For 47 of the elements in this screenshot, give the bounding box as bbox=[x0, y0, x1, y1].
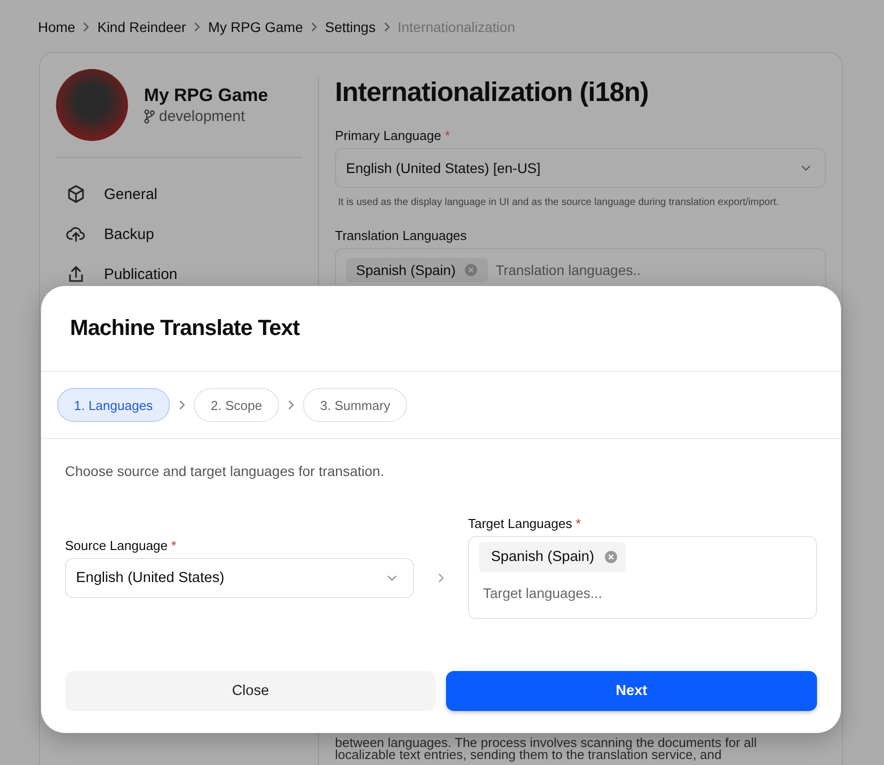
description-text: between languages. The process involves scanning the documents for all localizable text entries, sending them to the translation service, and bbox=[335, 737, 758, 761]
field-label: Source Language bbox=[65, 538, 168, 553]
breadcrumb-link[interactable]: Home bbox=[38, 19, 76, 35]
language-tag: Spanish (Spain) bbox=[346, 258, 488, 282]
placeholder-text: Translation languages.. bbox=[496, 262, 641, 278]
remove-icon[interactable] bbox=[464, 263, 478, 277]
chevron-right-icon bbox=[310, 22, 318, 32]
chevron-right-icon bbox=[178, 400, 186, 410]
page-title: Internationalization (i18n) bbox=[335, 77, 650, 108]
remove-icon[interactable] bbox=[604, 550, 618, 564]
field-label: Primary Language bbox=[335, 128, 442, 143]
chevron-right-icon bbox=[82, 22, 90, 32]
nav-item[interactable]: Backup bbox=[56, 214, 302, 254]
breadcrumb-link[interactable]: Kind Reindeer bbox=[97, 19, 186, 35]
breadcrumb-link[interactable]: Settings bbox=[325, 19, 376, 35]
language-tag: Spanish (Spain) bbox=[479, 542, 626, 572]
branch-name: development bbox=[159, 108, 245, 125]
chevron-right-icon bbox=[437, 573, 445, 583]
field-hint: It is used as the display language in UI and as the source language during translation export/import. bbox=[338, 197, 780, 208]
field-label: Target Languages bbox=[468, 516, 572, 531]
chevron-right-icon bbox=[193, 22, 202, 32]
nav-item[interactable]: General bbox=[56, 174, 302, 214]
share-icon bbox=[66, 264, 86, 284]
cloud-upload-icon bbox=[66, 224, 86, 244]
placeholder-text: Target languages... bbox=[483, 585, 604, 601]
required-mark: * bbox=[171, 538, 176, 553]
close-button[interactable]: Close bbox=[65, 671, 436, 711]
dialog-title: Machine Translate Text bbox=[41, 286, 841, 372]
next-button[interactable]: Next bbox=[446, 671, 817, 711]
required-mark: * bbox=[444, 128, 450, 143]
instruction-text: Choose source and target languages for transation. bbox=[65, 463, 386, 479]
breadcrumb-link[interactable]: My RPG Game bbox=[208, 19, 303, 35]
source-language-select[interactable]: English (United States) bbox=[65, 558, 414, 598]
chevron-down-icon bbox=[387, 575, 398, 581]
project-name: My RPG Game bbox=[144, 85, 268, 106]
field-label: Translation Languages bbox=[335, 228, 467, 243]
step-tab[interactable]: 3. Summary bbox=[303, 388, 408, 422]
chevron-right-icon bbox=[382, 22, 391, 32]
target-languages-field[interactable]: Spanish (Spain) Target languages... bbox=[468, 536, 818, 619]
step-tab[interactable]: 2. Scope bbox=[194, 388, 280, 422]
branch-icon bbox=[144, 109, 155, 124]
chevron-right-icon bbox=[287, 400, 296, 410]
chevron-down-icon bbox=[801, 165, 811, 171]
required-mark: * bbox=[576, 516, 581, 531]
primary-language-select[interactable]: English (United States) [en-US] bbox=[335, 148, 826, 188]
step-tab[interactable]: 1. Languages bbox=[57, 388, 170, 422]
cube-icon bbox=[66, 184, 86, 204]
